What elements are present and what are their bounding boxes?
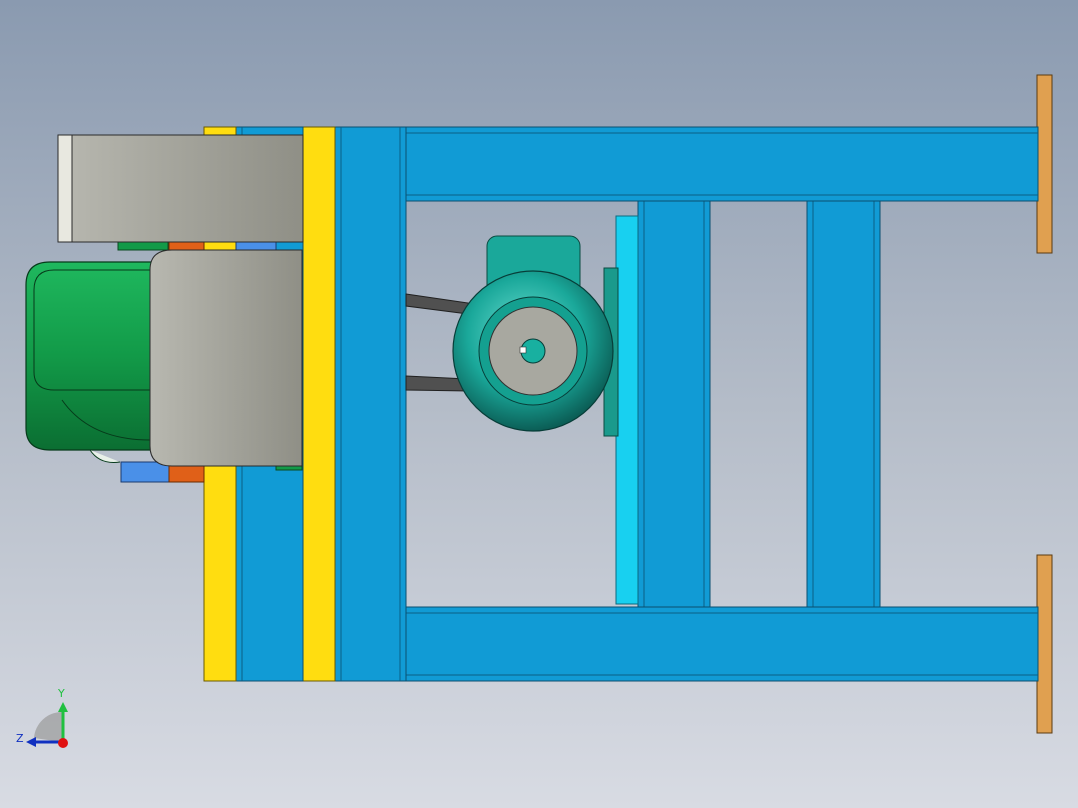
top-rail[interactable] <box>403 126 1039 202</box>
drive-motor[interactable] <box>25 261 161 463</box>
axis-triad <box>26 702 68 748</box>
yellow-plate-right[interactable] <box>302 126 336 682</box>
origin-dot <box>58 738 68 748</box>
cyan-mount-plate[interactable] <box>615 215 639 605</box>
cross-member-2[interactable] <box>806 197 881 611</box>
gray-housing-main[interactable] <box>149 249 303 467</box>
bottom-rail[interactable] <box>403 606 1039 682</box>
left-column-main[interactable] <box>334 126 407 682</box>
cad-viewport[interactable]: Y Z <box>0 0 1078 808</box>
right-foot-top[interactable] <box>1036 74 1053 254</box>
gray-housing-top[interactable] <box>57 134 304 243</box>
right-foot-bottom[interactable] <box>1036 554 1053 734</box>
pump-assembly[interactable] <box>452 235 619 437</box>
z-axis-label: Z <box>16 732 24 745</box>
model-view[interactable] <box>0 0 1078 808</box>
cross-member-1[interactable] <box>637 197 711 611</box>
y-axis-label: Y <box>58 687 65 700</box>
